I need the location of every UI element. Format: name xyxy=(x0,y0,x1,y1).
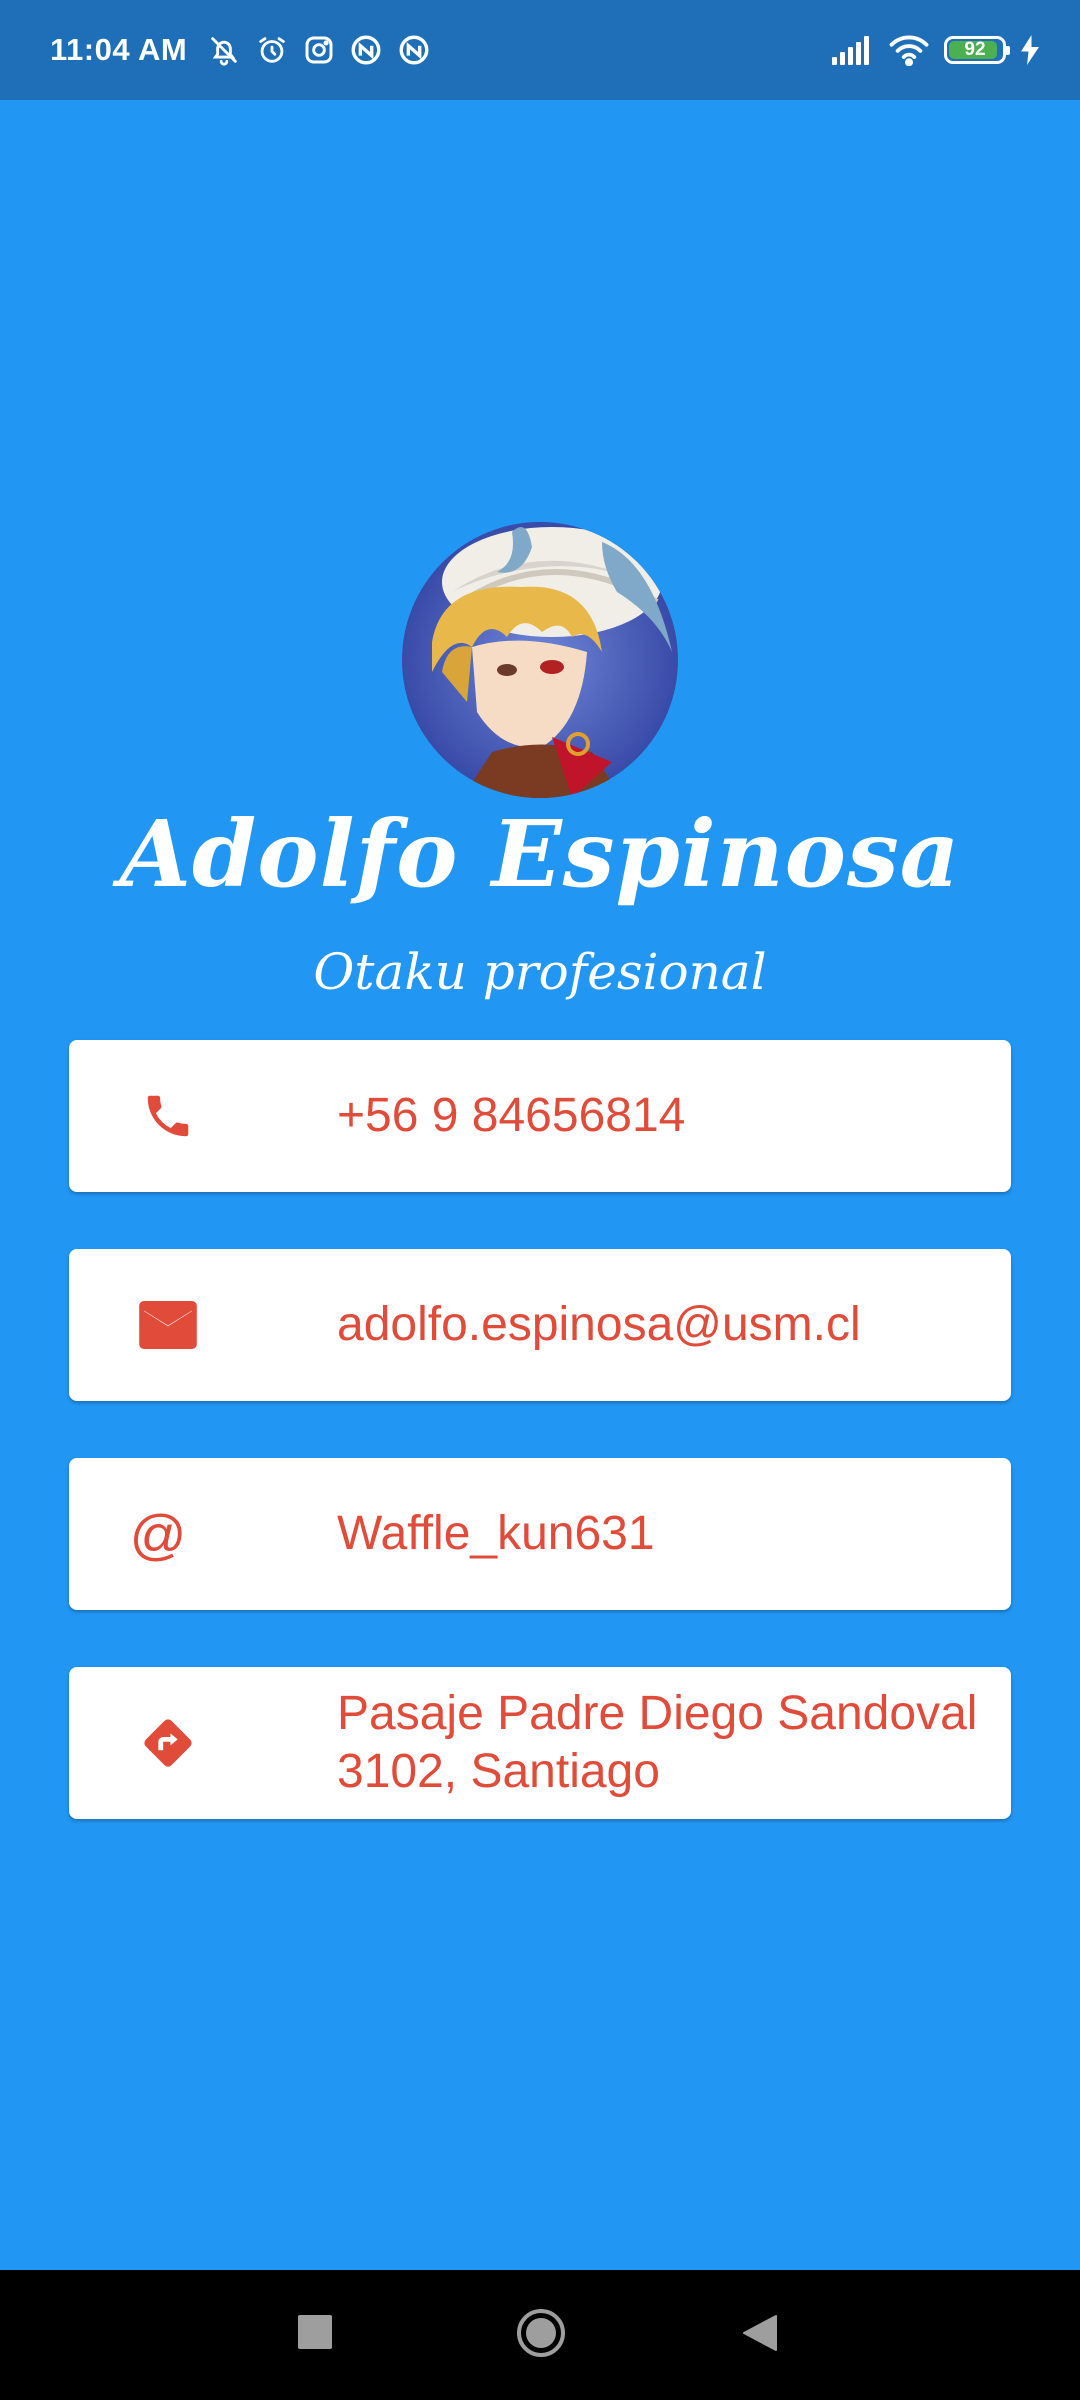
phone-number: +56 9 84656814 xyxy=(337,1089,686,1142)
triangle-back-icon xyxy=(743,2315,777,2351)
phone-card[interactable]: +56 9 84656814 xyxy=(69,1040,1011,1192)
wifi-icon xyxy=(888,34,930,66)
at-sign-glyph: @ xyxy=(129,1502,187,1566)
charging-icon xyxy=(1020,35,1040,65)
at-sign-icon: @ xyxy=(69,1502,267,1567)
email-icon xyxy=(69,1301,267,1349)
vpn-icon xyxy=(349,33,383,67)
navigation-bar xyxy=(0,2270,1080,2400)
vpn-icon xyxy=(397,33,431,67)
status-icons-left xyxy=(207,33,431,67)
alarm-icon xyxy=(255,33,289,67)
profile-name: Adolfo Espinosa xyxy=(119,800,961,908)
square-icon xyxy=(298,2315,332,2349)
directions-icon xyxy=(69,1714,267,1772)
avatar xyxy=(402,522,678,798)
back-button[interactable] xyxy=(742,2314,778,2352)
circle-icon xyxy=(517,2309,565,2357)
address: Pasaje Padre Diego Sandoval 3102, Santia… xyxy=(337,1687,978,1798)
recents-button[interactable] xyxy=(298,2315,332,2349)
status-time: 11:04 AM xyxy=(50,32,188,67)
signal-icon xyxy=(832,35,874,65)
email-address: adolfo.espinosa@usm.cl xyxy=(337,1298,861,1351)
status-bar: 11:04 AM 92 xyxy=(0,0,1080,100)
username: Waffle_kun631 xyxy=(337,1507,655,1560)
battery-icon: 92 xyxy=(944,36,1010,64)
mute-notifications-icon xyxy=(207,33,241,67)
instagram-icon xyxy=(303,34,335,66)
profile-subtitle: Otaku profesional xyxy=(313,943,767,1001)
status-icons-right: 92 xyxy=(832,34,1040,66)
home-button[interactable] xyxy=(516,2308,566,2358)
username-card[interactable]: @ Waffle_kun631 xyxy=(69,1458,1011,1610)
phone-icon xyxy=(69,1089,267,1143)
address-card[interactable]: Pasaje Padre Diego Sandoval 3102, Santia… xyxy=(69,1667,1011,1819)
email-card[interactable]: adolfo.espinosa@usm.cl xyxy=(69,1249,1011,1401)
battery-level: 92 xyxy=(964,39,986,60)
